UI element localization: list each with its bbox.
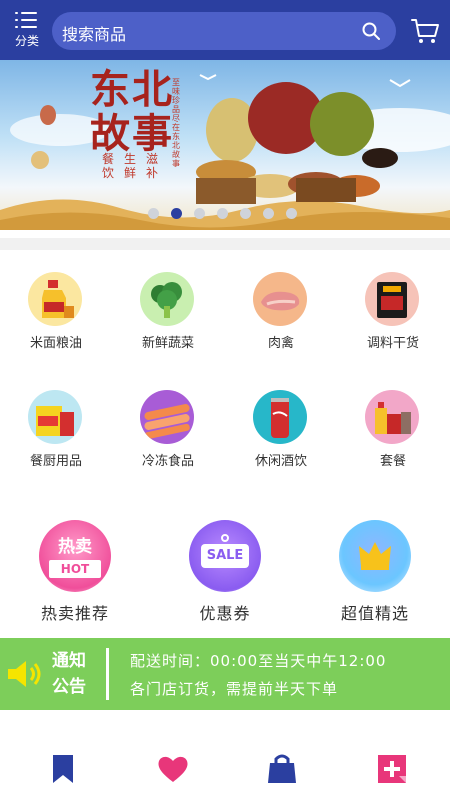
category-frozen[interactable]: 冷冻食品 bbox=[112, 390, 224, 490]
notice-delivery-time: 配送时间：00:00至当天中午12:00 bbox=[130, 652, 387, 670]
seasoning-icon bbox=[365, 272, 419, 326]
banner-subtitle: 餐生滋饮鲜补 bbox=[102, 152, 169, 180]
category-combo[interactable]: 套餐 bbox=[337, 390, 449, 490]
search-input[interactable]: 搜索商品 bbox=[52, 12, 396, 50]
feature-coupon[interactable]: SALE 优惠券 bbox=[150, 520, 300, 630]
bottom-navigation bbox=[0, 740, 450, 800]
kitchen-supplies-icon bbox=[28, 390, 82, 444]
search-placeholder: 搜索商品 bbox=[62, 25, 127, 44]
category-drinks[interactable]: 休闲酒饮 bbox=[225, 390, 337, 490]
notice-divider bbox=[106, 648, 109, 700]
add-note-icon[interactable] bbox=[375, 752, 409, 786]
category-label: 肉禽 bbox=[267, 336, 294, 351]
category-rice-oil[interactable]: 米面粮油 bbox=[0, 272, 112, 372]
top-header: 分类 搜索商品 bbox=[0, 0, 450, 60]
section-divider bbox=[0, 238, 450, 250]
pagination-dot[interactable] bbox=[286, 208, 297, 219]
category-label: 餐厨用品 bbox=[29, 454, 82, 469]
pagination-dot[interactable] bbox=[240, 208, 251, 219]
cart-icon[interactable] bbox=[410, 16, 440, 46]
category-label: 休闲酒饮 bbox=[254, 454, 307, 469]
broccoli-icon bbox=[140, 272, 194, 326]
notice-title: 通知 公告 bbox=[52, 651, 86, 697]
sale-tag-icon: SALE bbox=[189, 520, 261, 592]
pagination-dot-active[interactable] bbox=[171, 208, 182, 219]
notice-order-rule: 各门店订货，需提前半天下单 bbox=[130, 680, 339, 698]
feature-hot-sale[interactable]: 热卖 HOT 热卖推荐 bbox=[0, 520, 150, 630]
pagination-dot[interactable] bbox=[194, 208, 205, 219]
feature-label: 优惠券 bbox=[199, 604, 251, 623]
pagination-dot[interactable] bbox=[263, 208, 274, 219]
menu-label: 分类 bbox=[14, 34, 39, 48]
category-label: 新鲜蔬菜 bbox=[141, 336, 194, 351]
feature-best-value[interactable]: 超值精选 bbox=[300, 520, 450, 630]
search-icon[interactable] bbox=[362, 22, 380, 40]
combo-icon bbox=[365, 390, 419, 444]
oil-bottle-icon bbox=[28, 272, 82, 326]
banner-artwork bbox=[0, 74, 450, 230]
category-label: 调料干货 bbox=[366, 336, 419, 351]
frozen-food-icon bbox=[140, 390, 194, 444]
bookmark-icon[interactable] bbox=[46, 752, 80, 786]
heart-icon[interactable] bbox=[156, 752, 190, 786]
drink-can-icon bbox=[253, 390, 307, 444]
menu-icon bbox=[15, 12, 37, 28]
banner-title: 东北 故事 bbox=[90, 66, 174, 157]
banner-pagination bbox=[148, 208, 318, 222]
category-vegetables[interactable]: 新鲜蔬菜 bbox=[112, 272, 224, 372]
crown-icon bbox=[339, 520, 411, 592]
speaker-icon bbox=[8, 661, 41, 687]
meat-icon bbox=[253, 272, 307, 326]
shopping-bag-icon[interactable] bbox=[265, 752, 299, 786]
pagination-dot[interactable] bbox=[217, 208, 228, 219]
app-page: 分类 搜索商品 东北 故事 至味珍品尽在东北故事 餐生滋饮鲜补 米面粮油 新鲜蔬… bbox=[0, 0, 450, 800]
category-seasoning[interactable]: 调料干货 bbox=[337, 272, 449, 372]
feature-label: 热卖推荐 bbox=[40, 604, 109, 623]
category-menu-button[interactable]: 分类 bbox=[10, 10, 44, 50]
feature-label: 超值精选 bbox=[340, 604, 409, 623]
notice-bar[interactable]: 通知 公告 配送时间：00:00至当天中午12:00 各门店订货，需提前半天下单 bbox=[0, 638, 450, 710]
pagination-dot[interactable] bbox=[148, 208, 159, 219]
category-label: 米面粮油 bbox=[29, 336, 82, 351]
hot-badge-icon: 热卖 HOT bbox=[39, 520, 111, 592]
category-meat[interactable]: 肉禽 bbox=[225, 272, 337, 372]
promo-banner[interactable]: 东北 故事 至味珍品尽在东北故事 餐生滋饮鲜补 bbox=[0, 60, 450, 230]
category-label: 冷冻食品 bbox=[141, 454, 194, 469]
category-label: 套餐 bbox=[379, 454, 406, 469]
category-kitchen[interactable]: 餐厨用品 bbox=[0, 390, 112, 490]
